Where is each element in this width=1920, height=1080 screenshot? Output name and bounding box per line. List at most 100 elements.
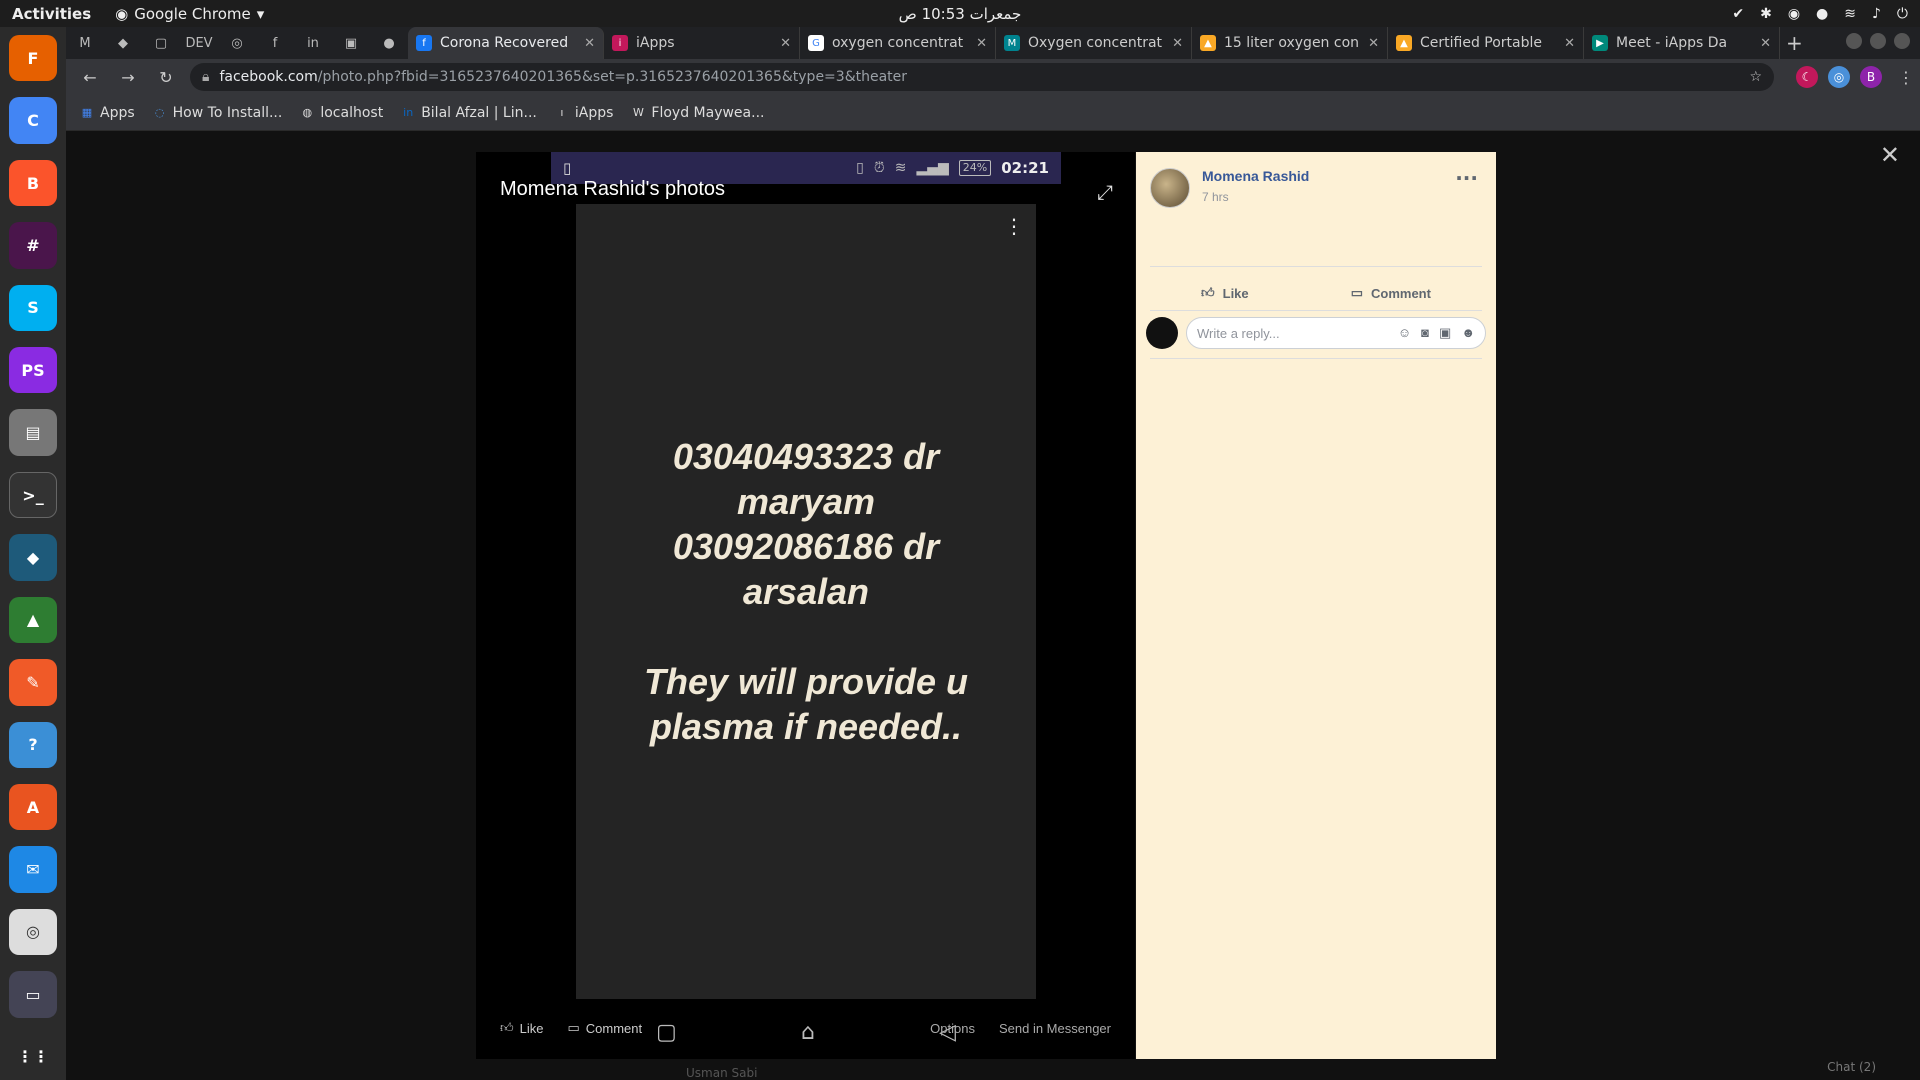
photo-comment-button[interactable]: ▭ Comment <box>567 1020 642 1036</box>
chat-sidebar-label[interactable]: Chat (2) <box>1827 1060 1876 1074</box>
post-timestamp[interactable]: 7 hrs <box>1202 190 1309 204</box>
facebook-pinned-icon[interactable]: f <box>256 27 294 59</box>
close-icon[interactable]: ✕ <box>1368 36 1379 51</box>
pinned-tab-icon[interactable]: ▣ <box>332 27 370 59</box>
photo-image[interactable]: ⋮ 03040493323 dr maryam 03092086186 dr a… <box>576 204 1036 999</box>
send-in-messenger-link[interactable]: Send in Messenger <box>999 1021 1111 1036</box>
close-window-button[interactable] <box>1894 33 1910 49</box>
maximize-button[interactable] <box>1870 33 1886 49</box>
app-menu[interactable]: ◉ Google Chrome ▾ <box>115 5 264 23</box>
firefox-icon[interactable]: F <box>9 35 57 82</box>
tab-title: Meet - iApps Da <box>1616 35 1728 51</box>
skype-icon[interactable]: S <box>9 284 57 332</box>
close-icon[interactable]: ✕ <box>1172 36 1183 51</box>
whatsapp-pinned-icon[interactable]: ◎ <box>218 27 256 59</box>
volume-icon[interactable]: ♪ <box>1872 6 1881 22</box>
expand-icon[interactable]: ⤢ <box>1097 180 1113 204</box>
author-name[interactable]: Momena Rashid <box>1202 168 1309 184</box>
bookmark-star-icon[interactable]: ☆ <box>1749 69 1762 85</box>
mysql-workbench-icon[interactable]: ◆ <box>9 534 57 581</box>
site-icon: ▲ <box>1200 35 1216 51</box>
close-icon[interactable]: ✕ <box>1760 36 1771 51</box>
slack-icon[interactable]: ✱ <box>1760 6 1772 22</box>
extension-icon[interactable]: ◎ <box>1828 66 1850 88</box>
tab-15-liter[interactable]: ▲ 15 liter oxygen con ✕ <box>1192 27 1388 59</box>
url-path: /photo.php?fbid=3165237640201365&set=p.3… <box>317 69 908 85</box>
tab-corona-recovered[interactable]: f Corona Recovered ✕ <box>408 27 604 59</box>
close-icon[interactable]: ✕ <box>1564 36 1575 51</box>
menu-icon[interactable]: ⋮ <box>1892 63 1920 91</box>
reply-input[interactable]: Write a reply... ☺ ◙ ▣ ☻ <box>1186 317 1486 349</box>
wifi-icon[interactable]: ≋ <box>1844 6 1856 22</box>
dev-pinned-icon[interactable]: DEV <box>180 27 218 59</box>
postman-icon[interactable]: ✎ <box>9 659 57 706</box>
linkedin-pinned-icon[interactable]: in <box>294 27 332 59</box>
options-link[interactable]: Options <box>930 1021 975 1036</box>
like-button[interactable]: 👍︎ Like <box>1201 285 1249 301</box>
dark-mode-extension-icon[interactable]: ☾ <box>1796 66 1818 88</box>
sticker-icon[interactable]: ☻ <box>1461 325 1475 341</box>
avatar[interactable] <box>1150 168 1190 208</box>
site-icon: ◌ <box>154 106 165 119</box>
bookmark-bilal-afzal[interactable]: in Bilal Afzal | Lin... <box>401 105 537 121</box>
more-options-icon[interactable]: ··· <box>1455 166 1478 190</box>
close-icon[interactable]: ✕ <box>976 36 987 51</box>
rhythmbox-icon[interactable]: ◎ <box>9 908 57 956</box>
divider <box>1150 358 1482 359</box>
back-button[interactable]: ← <box>76 63 104 91</box>
bookmark-iapps[interactable]: ı iApps <box>555 105 613 121</box>
show-apps-icon[interactable]: ⋮⋮ <box>9 1034 57 1080</box>
help-icon[interactable]: ? <box>9 721 57 768</box>
slack-icon[interactable]: # <box>9 222 57 269</box>
screen-icon[interactable]: ▭ <box>9 971 57 1018</box>
tab-iapps[interactable]: i iApps ✕ <box>604 27 800 59</box>
gif-icon[interactable]: ▣ <box>1439 325 1451 341</box>
bookmark-localhost[interactable]: ◍ localhost <box>300 105 384 121</box>
address-bar[interactable]: 🔒︎ facebook.com/photo.php?fbid=316523764… <box>190 63 1774 91</box>
brave-icon[interactable]: B <box>9 159 57 207</box>
tab-oxygen-concentrator[interactable]: G oxygen concentrat ✕ <box>800 27 996 59</box>
tab-meet[interactable]: ▶ Meet - iApps Da ✕ <box>1584 27 1780 59</box>
bookmark-floyd[interactable]: W Floyd Maywea... <box>631 105 765 121</box>
tab-certified-portable[interactable]: ▲ Certified Portable ✕ <box>1388 27 1584 59</box>
system-tray[interactable]: ✔ ✱ ◉ ● ≋ ♪ ⏻ <box>1732 6 1908 22</box>
message-line: 03040493323 dr <box>672 436 940 477</box>
lock-icon[interactable]: 🔒︎ <box>202 69 209 85</box>
power-icon[interactable]: ⏻ <box>1897 6 1908 22</box>
close-icon[interactable]: ✕ <box>584 36 595 51</box>
comment-button[interactable]: ▭ Comment <box>1351 285 1431 301</box>
emoji-icon[interactable]: ☺ <box>1398 325 1411 341</box>
terminal-icon[interactable]: >_ <box>9 471 57 519</box>
tab-oxygen-concentrator-2[interactable]: M Oxygen concentrat ✕ <box>996 27 1192 59</box>
pinned-tab-icon[interactable]: ◆ <box>104 27 142 59</box>
chrome-icon[interactable]: C <box>9 97 57 144</box>
files-icon[interactable]: ▤ <box>9 409 57 456</box>
thunderbird-icon[interactable]: ✉ <box>9 846 57 893</box>
pinned-tab-icon[interactable]: ● <box>370 27 408 59</box>
software-center-icon[interactable]: A <box>9 783 57 831</box>
photo-like-button[interactable]: 👍︎ Like <box>500 1020 543 1036</box>
bookmark-apps[interactable]: ▦ Apps <box>80 105 135 121</box>
tab-title: Certified Portable <box>1420 35 1543 51</box>
pocket-pinned-icon[interactable]: ▢ <box>142 27 180 59</box>
rocket-icon[interactable]: ▲ <box>9 596 57 644</box>
photo-album-title[interactable]: Momena Rashid's photos <box>500 178 725 201</box>
gmail-pinned-icon[interactable]: M <box>66 27 104 59</box>
phpstorm-icon[interactable]: PS <box>9 347 57 394</box>
system-clock[interactable]: جمعرات 10:53 ص <box>899 5 1022 23</box>
check-icon[interactable]: ✔ <box>1732 6 1744 22</box>
record-icon[interactable]: ● <box>1816 6 1828 22</box>
reload-button[interactable]: ↻ <box>152 63 180 91</box>
bookmark-how-to-install[interactable]: ◌ How To Install... <box>153 105 283 121</box>
forward-button[interactable]: → <box>114 63 142 91</box>
chrome-icon[interactable]: ◉ <box>1788 6 1800 22</box>
close-icon[interactable]: ✕ <box>1880 141 1900 169</box>
activities-button[interactable]: Activities <box>12 5 91 23</box>
avatar[interactable] <box>1146 317 1178 349</box>
profile-avatar[interactable]: B <box>1860 66 1882 88</box>
bookmark-label: Apps <box>100 104 135 121</box>
minimize-button[interactable] <box>1846 33 1862 49</box>
new-tab-button[interactable]: + <box>1786 31 1803 55</box>
camera-icon[interactable]: ◙ <box>1421 325 1429 341</box>
close-icon[interactable]: ✕ <box>780 36 791 51</box>
